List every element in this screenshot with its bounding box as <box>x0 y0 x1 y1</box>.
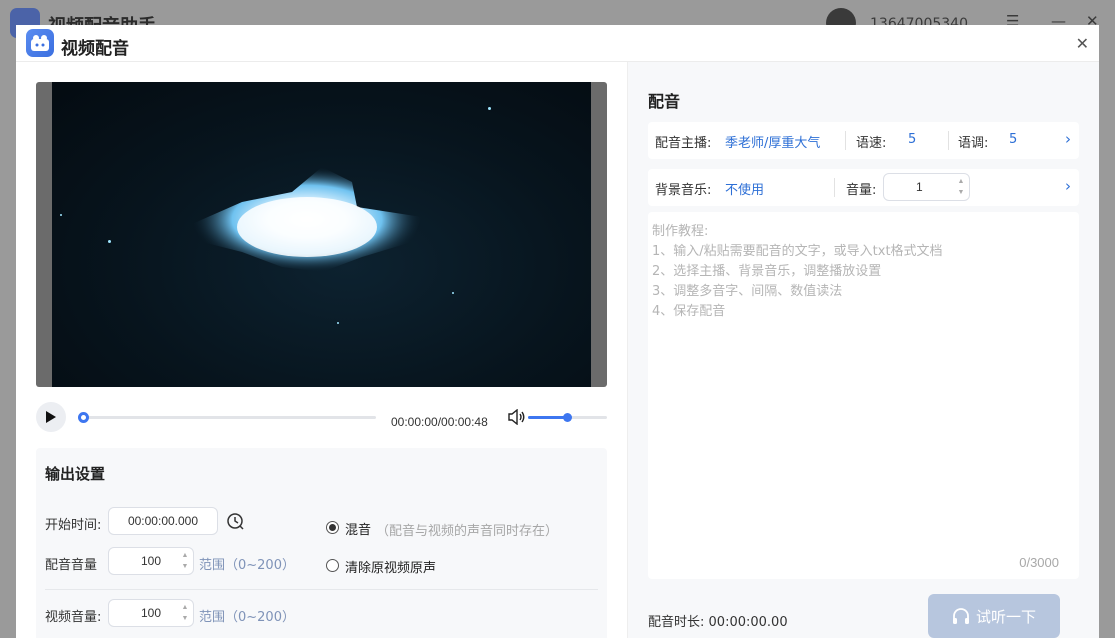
bgm-volume-stepper[interactable]: ▲ ▼ <box>956 176 966 200</box>
video-frame <box>52 82 591 387</box>
bgm-volume-input[interactable]: 1 ▲ ▼ <box>883 173 970 201</box>
video-volume-stepper[interactable]: ▲ ▼ <box>180 602 190 626</box>
headphones-icon <box>952 607 969 624</box>
video-content-image <box>192 167 422 272</box>
volume-slider-fill <box>528 416 567 419</box>
tutorial-line: 4、保存配音 <box>652 304 726 319</box>
play-icon <box>46 411 56 423</box>
dialog-title: 视频配音 <box>61 39 129 59</box>
mix-hint: （配音与视频的声音同时存在） <box>376 524 559 539</box>
dub-volume-stepper[interactable]: ▲ ▼ <box>180 550 190 574</box>
video-volume-range: 范围（0~200） <box>199 610 295 625</box>
dialog-header: 视频配音 ✕ <box>16 25 1099 62</box>
bgm-label: 背景音乐: <box>655 183 712 198</box>
close-icon[interactable]: ✕ <box>1076 34 1089 53</box>
pitch-label: 语调: <box>958 136 989 151</box>
pitch-value[interactable]: 5 <box>1009 132 1017 147</box>
mix-label: 混音 <box>345 523 372 538</box>
output-settings-panel: 输出设置 开始时间: 00:00:00.000 配音音量 100 ▲ ▼ 范围（0… <box>36 448 607 638</box>
start-time-input[interactable]: 00:00:00.000 <box>108 507 218 535</box>
chevron-right-icon[interactable]: › <box>1065 177 1071 195</box>
output-settings-title: 输出设置 <box>45 465 106 483</box>
video-dubbing-dialog: 视频配音 ✕ 00:00:00/00:00:48 输出设置 开始时间: 00:0… <box>16 25 1099 638</box>
video-volume-label: 视频音量: <box>45 610 102 625</box>
divider <box>834 178 835 197</box>
anchor-row[interactable]: 配音主播: 季老师/厚重大气 语速: 5 语调: 5 › <box>648 122 1079 159</box>
tutorial-line: 3、调整多音字、间隔、数值读法 <box>652 284 843 299</box>
dubbing-logo-icon <box>26 29 54 57</box>
divider <box>948 131 949 150</box>
dubbing-text-input[interactable]: 制作教程: 1、输入/粘贴需要配音的文字，或导入txt格式文档 2、选择主播、背… <box>648 212 1079 579</box>
video-volume-value: 100 <box>140 606 162 620</box>
bgm-value[interactable]: 不使用 <box>725 179 764 198</box>
volume-icon[interactable] <box>507 408 526 429</box>
play-button[interactable] <box>36 402 66 432</box>
seek-bar[interactable] <box>78 416 376 419</box>
dubbing-title: 配音 <box>648 92 681 111</box>
mix-radio[interactable] <box>326 521 339 534</box>
dub-volume-value: 100 <box>140 554 162 568</box>
remove-original-radio[interactable] <box>326 559 339 572</box>
divider <box>845 131 846 150</box>
speed-label: 语速: <box>856 136 887 151</box>
bgm-volume-value: 1 <box>916 180 923 194</box>
dub-volume-label: 配音音量 <box>45 558 98 573</box>
start-time-label: 开始时间: <box>45 518 102 533</box>
playback-time: 00:00:00/00:00:48 <box>391 415 488 429</box>
seek-handle[interactable] <box>78 412 89 423</box>
left-pane: 00:00:00/00:00:48 输出设置 开始时间: 00:00:00.00… <box>16 62 627 638</box>
video-volume-input[interactable]: 100 ▲ ▼ <box>108 599 194 627</box>
tutorial-line: 制作教程: <box>652 224 709 239</box>
chevron-right-icon[interactable]: › <box>1065 130 1071 148</box>
bgm-volume-label: 音量: <box>846 183 877 198</box>
bgm-row[interactable]: 背景音乐: 不使用 音量: 1 ▲ ▼ › <box>648 169 1079 206</box>
listen-button[interactable]: 试听一下 <box>928 594 1060 638</box>
tutorial-line: 1、输入/粘贴需要配音的文字，或导入txt格式文档 <box>652 244 943 259</box>
dub-volume-input[interactable]: 100 ▲ ▼ <box>108 547 194 575</box>
clock-reset-icon[interactable] <box>226 512 244 534</box>
volume-slider-handle[interactable] <box>563 413 572 422</box>
duration-value: 00:00:00.00 <box>708 615 788 630</box>
dubbing-duration: 配音时长: 00:00:00.00 <box>648 611 788 630</box>
right-pane: 配音 配音主播: 季老师/厚重大气 语速: 5 语调: 5 › 背景音乐: 不使… <box>627 62 1099 638</box>
dub-volume-range: 范围（0~200） <box>199 558 295 573</box>
anchor-label: 配音主播: <box>655 136 712 151</box>
listen-button-label: 试听一下 <box>975 607 1036 626</box>
speed-value[interactable]: 5 <box>908 132 916 147</box>
tutorial-line: 2、选择主播、背景音乐，调整播放设置 <box>652 264 882 279</box>
video-preview[interactable] <box>36 82 607 387</box>
remove-original-label: 清除原视频原声 <box>345 561 437 576</box>
anchor-value[interactable]: 季老师/厚重大气 <box>725 132 820 151</box>
character-counter: 0/3000 <box>1019 555 1059 570</box>
duration-label: 配音时长: <box>648 615 705 630</box>
divider <box>45 589 598 590</box>
